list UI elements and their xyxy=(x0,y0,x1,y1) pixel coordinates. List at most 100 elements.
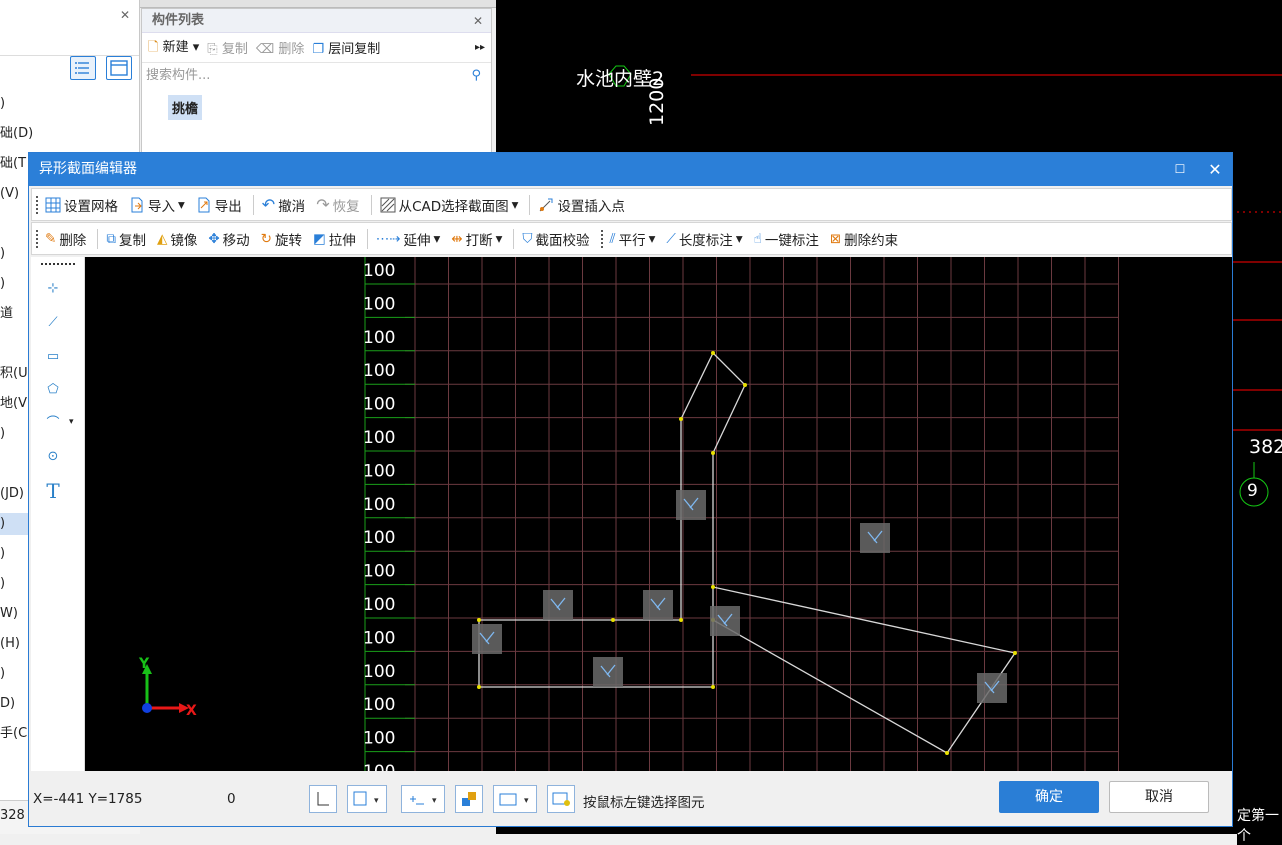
component-list-title: 构件列表 xyxy=(152,13,205,28)
snap-toggle-icon[interactable]: ▾ xyxy=(347,785,387,813)
eraser-icon: ✎ xyxy=(45,230,57,247)
delete-constraint-button[interactable]: ⊠ 删除约束 xyxy=(830,229,898,249)
component-list-close-icon[interactable]: ✕ xyxy=(473,9,483,33)
ok-button[interactable]: 确定 xyxy=(999,781,1099,813)
break-button[interactable]: ⇹ 打断 ▾ xyxy=(451,229,502,249)
search-icon[interactable]: ⚲ xyxy=(471,65,481,87)
section-vertex xyxy=(711,351,715,355)
text-tool-icon[interactable]: T xyxy=(41,479,65,503)
delete-icon: ⌫ xyxy=(255,42,275,57)
toolbar-separator xyxy=(252,194,254,215)
mirror-button[interactable]: ◭ 镜像 xyxy=(157,229,197,249)
move-icon: ✥ xyxy=(208,230,220,247)
rotate-icon: ↻ xyxy=(260,230,272,247)
extend-button[interactable]: ⋯⇢ 延伸 ▾ xyxy=(376,229,441,249)
circle-tool-icon[interactable]: ⊙ xyxy=(41,445,65,469)
display-toggle-icon[interactable]: ▾ xyxy=(493,785,537,813)
constraint-marker-icon xyxy=(676,490,706,520)
section-vertex xyxy=(945,751,949,755)
hand-icon: ☝ xyxy=(753,230,762,247)
axis-x-label: X xyxy=(186,703,197,719)
delete-button[interactable]: ⌫ 删除 xyxy=(256,38,305,57)
one-click-dim-button[interactable]: ☝ 一键标注 xyxy=(754,229,819,249)
parallel-button[interactable]: ⫽ 平行 ▾ xyxy=(610,229,656,249)
line-tool-icon[interactable]: ⟋ xyxy=(41,311,65,335)
parallel-icon: ⫽ xyxy=(609,230,616,247)
component-list-header: 构件列表 ✕ xyxy=(142,9,491,33)
constraint-marker-icon xyxy=(710,606,740,636)
section-drawing: 100 100 100 100 100 100 100 100 100 100 100 100 100 1… xyxy=(363,257,1119,771)
section-editor-dialog: 异形截面编辑器 ☐ ✕ 设置网格 导入 ▾ 导出 ↶ 撤消 ↷ 恢复 从CAD选择截… xyxy=(28,152,1233,827)
grid-row-label: 100 xyxy=(363,695,395,715)
new-button[interactable]: 🗋 新建 ▾ xyxy=(148,36,199,60)
status-hint: 按鼠标左键选择图元 xyxy=(583,795,705,811)
redo-icon: ↷ xyxy=(316,195,330,214)
extend-icon: ⋯⇢ xyxy=(375,230,401,247)
grid-row-label: 100 xyxy=(363,461,395,481)
arc-tool-icon[interactable]: ⌒ xyxy=(41,412,65,436)
insert-point-button[interactable]: 设置插入点 xyxy=(538,195,625,215)
polar-toggle-icon[interactable]: ▾ xyxy=(401,785,445,813)
component-search-input[interactable]: 搜索构件... ⚲ xyxy=(142,65,491,87)
delete-tool-button[interactable]: ✎ 删除 xyxy=(45,229,86,249)
export-button[interactable]: 导出 xyxy=(196,195,242,215)
cad-select-button[interactable]: 从CAD选择截面图 ▾ xyxy=(380,195,518,215)
grid-row-label: 100 xyxy=(363,261,395,281)
redo-button[interactable]: ↷ 恢复 xyxy=(316,195,359,215)
stretch-button[interactable]: ◩ 拉伸 xyxy=(313,229,356,249)
svg-text:▾: ▾ xyxy=(432,796,437,806)
arc-dropdown-icon[interactable]: ▾ xyxy=(69,417,74,427)
section-vertex xyxy=(679,417,683,421)
point-tool-icon[interactable]: ⊹ xyxy=(41,277,65,301)
import-button[interactable]: 导入 ▾ xyxy=(129,195,185,215)
close-icon[interactable]: ✕ xyxy=(1198,153,1232,186)
section-vertex xyxy=(1013,651,1017,655)
set-grid-button[interactable]: 设置网格 xyxy=(45,195,118,215)
left-status-value: 328 xyxy=(0,808,25,823)
grid-row-label: 100 xyxy=(363,729,395,749)
undo-button[interactable]: ↶ 撤消 xyxy=(262,195,305,215)
length-dim-button[interactable]: ⟋ 长度标注 ▾ xyxy=(666,229,742,249)
dialog-title: 异形截面编辑器 xyxy=(39,161,137,177)
cad-dim-1200: 1200 xyxy=(646,77,668,126)
copy-tool-button[interactable]: ⧉ 复制 xyxy=(106,229,146,249)
hint-toggle-icon[interactable] xyxy=(547,785,575,813)
section-vertex xyxy=(679,618,683,622)
cad-dim-382: 382 xyxy=(1249,436,1282,458)
more-icon[interactable]: ▸▸ xyxy=(475,42,485,53)
polygon-tool-icon[interactable]: ⬠ xyxy=(41,378,65,402)
rotate-button[interactable]: ↻ 旋转 xyxy=(261,229,302,249)
cad-bottom-text: 定第一个 xyxy=(1237,805,1282,845)
ortho-toggle-icon[interactable] xyxy=(309,785,337,813)
length-dim-icon: ⟋ xyxy=(666,230,676,247)
floor-copy-icon: ❐ xyxy=(312,42,325,57)
left-panel-close-icon[interactable]: ✕ xyxy=(120,8,130,22)
shield-icon: ⛉ xyxy=(522,230,533,247)
component-item[interactable]: 挑檐 xyxy=(168,95,203,120)
tree-item[interactable]: ) xyxy=(0,93,140,115)
dialog-toolbar-1: 设置网格 导入 ▾ 导出 ↶ 撤消 ↷ 恢复 从CAD选择截面图 ▾ 设置插入点 xyxy=(31,188,1232,221)
detail-view-icon[interactable] xyxy=(106,56,132,80)
grid-row-label: 100 xyxy=(363,595,395,615)
rectangle-tool-icon[interactable]: ▭ xyxy=(41,345,65,369)
maximize-icon[interactable]: ☐ xyxy=(1163,153,1197,186)
section-check-button[interactable]: ⛉ 截面校验 xyxy=(522,229,589,249)
dialog-status-bar: X=-441 Y=1785 0 ▾ ▾ ▾ 按鼠标左键选择图元 确定 取消 xyxy=(31,773,1232,825)
grid-row-label: 100 xyxy=(363,562,395,582)
draw-tool-palette: ⊹ ⟋ ▭ ⬠ ⌒ ▾ ⊙ T xyxy=(31,257,85,771)
floor-copy-button[interactable]: ❐ 层间复制 xyxy=(312,38,380,57)
tree-item[interactable]: 础(D) xyxy=(0,123,140,145)
new-icon: 🗋 xyxy=(148,39,159,55)
grid-row-label: 100 xyxy=(363,662,395,682)
copy-button[interactable]: ⎘ 复制 xyxy=(207,38,248,57)
copy-icon: ⎘ xyxy=(207,42,218,57)
list-view-icon[interactable] xyxy=(70,56,96,80)
cancel-button[interactable]: 取消 xyxy=(1109,781,1209,813)
toolbar-separator xyxy=(97,228,99,249)
export-icon xyxy=(198,197,210,212)
layer-toggle-icon[interactable] xyxy=(455,785,483,813)
grid-row-label: 100 xyxy=(363,428,395,448)
insert-point-icon xyxy=(540,198,553,211)
section-canvas[interactable]: 100 100 100 100 100 100 100 100 100 100 100 100 100 1… xyxy=(85,257,1232,771)
move-button[interactable]: ✥ 移动 xyxy=(208,229,249,249)
